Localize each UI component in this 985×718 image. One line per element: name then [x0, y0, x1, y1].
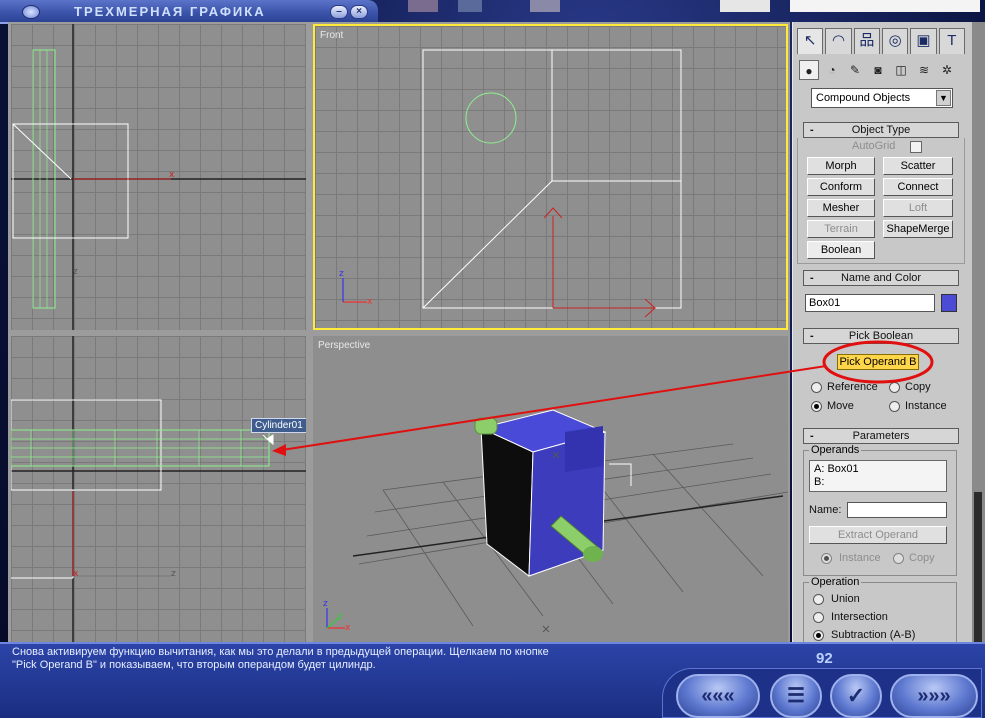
prev-button[interactable]: ««« — [676, 674, 760, 718]
page-number: 92 — [816, 650, 833, 667]
narration-text: Снова активируем функцию вычитания, как … — [12, 646, 732, 672]
menu-button[interactable]: ☰ — [770, 674, 822, 718]
narration-line: "Pick Operand B" и показываем, что вторы… — [12, 659, 376, 671]
narration-line: Снова активируем функцию вычитания, как … — [12, 646, 549, 658]
annotation-overlay — [272, 340, 934, 456]
app-window: ТРЕХМЕРНАЯ ГРАФИКА – × x z Front x z x z… — [0, 0, 985, 718]
check-button[interactable]: ✓ — [830, 674, 882, 718]
next-button[interactable]: »»» — [890, 674, 978, 718]
